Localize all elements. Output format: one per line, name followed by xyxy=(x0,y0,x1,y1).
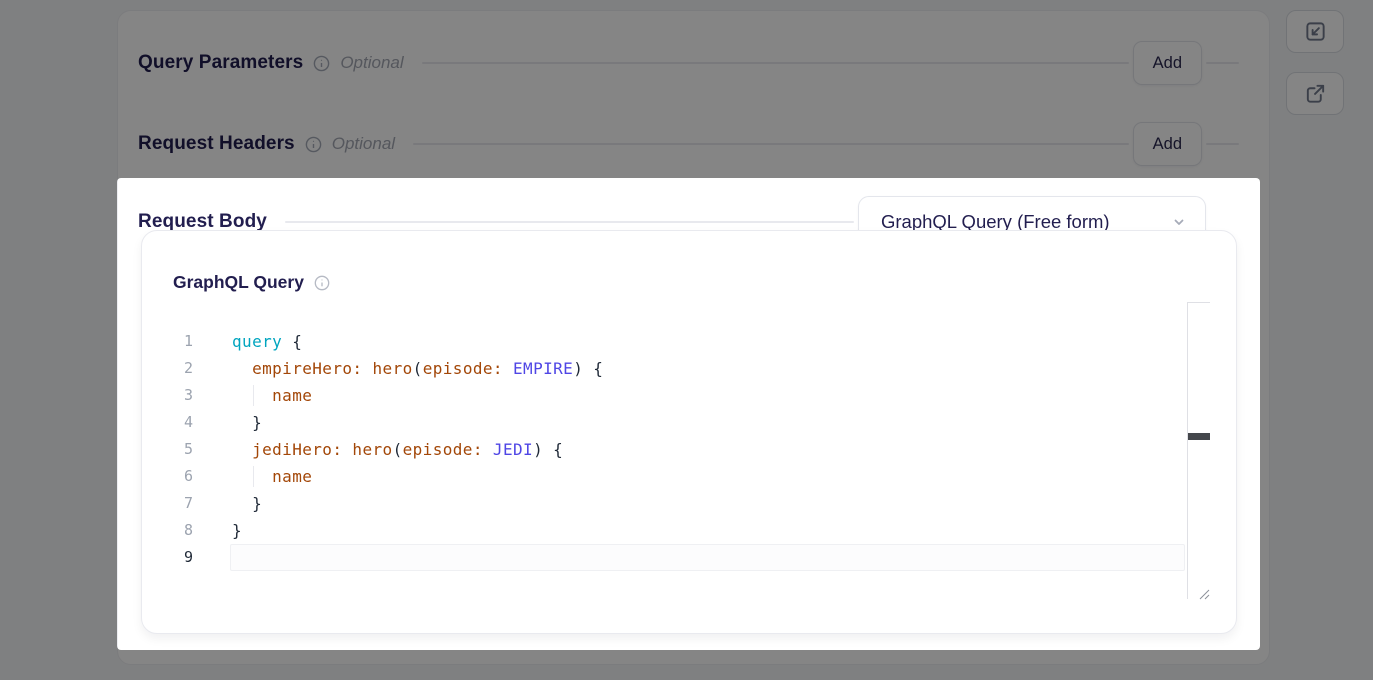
scrollbar-thumb[interactable] xyxy=(1188,433,1210,440)
request-headers-section: Request Headers Optional Add xyxy=(138,122,1239,166)
editor-right-border xyxy=(1187,302,1188,599)
add-request-header-button[interactable]: Add xyxy=(1133,122,1202,166)
query-parameters-title: Query Parameters xyxy=(138,52,303,74)
line-number: 5 xyxy=(142,436,193,463)
chevron-down-icon xyxy=(1171,214,1187,230)
code-line-7[interactable]: 7 } xyxy=(142,490,1236,517)
code-line-3[interactable]: 3 name xyxy=(142,382,1236,409)
line-number: 1 xyxy=(142,328,193,355)
info-icon[interactable] xyxy=(305,136,322,153)
code-line-5[interactable]: 5 jediHero: hero(episode: JEDI) { xyxy=(142,436,1236,463)
line-number: 4 xyxy=(142,409,193,436)
code-text: jediHero: hero(episode: JEDI) { xyxy=(193,436,563,463)
optional-label: Optional xyxy=(340,53,403,73)
scrollbar-track xyxy=(1187,302,1210,303)
line-number: 8 xyxy=(142,517,193,544)
code-line-8[interactable]: 8} xyxy=(142,517,1236,544)
active-line-highlight xyxy=(230,544,1185,571)
code-text: empireHero: hero(episode: EMPIRE) { xyxy=(193,355,603,382)
code-text: name xyxy=(193,382,312,409)
external-link-icon xyxy=(1304,82,1327,105)
edit-in-window-button[interactable] xyxy=(1286,10,1344,53)
code-text: } xyxy=(193,409,262,436)
optional-label: Optional xyxy=(332,134,395,154)
graphql-code-editor[interactable]: 1query {2 empireHero: hero(episode: EMPI… xyxy=(142,302,1236,633)
open-external-button[interactable] xyxy=(1286,72,1344,115)
request-config-card: Query Parameters Optional Add Request He… xyxy=(117,10,1270,665)
code-text xyxy=(193,544,232,571)
line-number: 9 xyxy=(142,544,193,571)
code-lines: 1query {2 empireHero: hero(episode: EMPI… xyxy=(142,328,1236,571)
code-line-9[interactable]: 9 xyxy=(142,544,1236,571)
code-text: query { xyxy=(193,328,302,355)
divider-line xyxy=(413,143,1129,145)
info-icon[interactable] xyxy=(313,55,330,72)
resize-handle-icon[interactable] xyxy=(1197,587,1210,600)
graphql-query-label-text: GraphQL Query xyxy=(173,272,304,293)
divider-line xyxy=(422,62,1129,64)
graphql-query-label: GraphQL Query xyxy=(173,272,330,293)
code-line-6[interactable]: 6 name xyxy=(142,463,1236,490)
divider-line xyxy=(1206,143,1239,145)
code-text: } xyxy=(193,490,262,517)
divider-line xyxy=(285,221,854,223)
line-number: 7 xyxy=(142,490,193,517)
info-icon[interactable] xyxy=(314,275,330,291)
graphql-query-card: GraphQL Query 1query {2 empireHero: hero… xyxy=(141,230,1237,634)
line-number: 3 xyxy=(142,382,193,409)
line-number: 6 xyxy=(142,463,193,490)
code-line-2[interactable]: 2 empireHero: hero(episode: EMPIRE) { xyxy=(142,355,1236,382)
add-query-parameter-button[interactable]: Add xyxy=(1133,41,1202,85)
page: Query Parameters Optional Add Request He… xyxy=(0,0,1373,680)
request-headers-title: Request Headers xyxy=(138,133,295,155)
code-text: } xyxy=(193,517,242,544)
code-text: name xyxy=(193,463,312,490)
edit-in-window-icon xyxy=(1304,20,1327,43)
divider-line xyxy=(1206,62,1239,64)
query-parameters-section: Query Parameters Optional Add xyxy=(138,41,1239,85)
code-line-1[interactable]: 1query { xyxy=(142,328,1236,355)
line-number: 2 xyxy=(142,355,193,382)
code-line-4[interactable]: 4 } xyxy=(142,409,1236,436)
